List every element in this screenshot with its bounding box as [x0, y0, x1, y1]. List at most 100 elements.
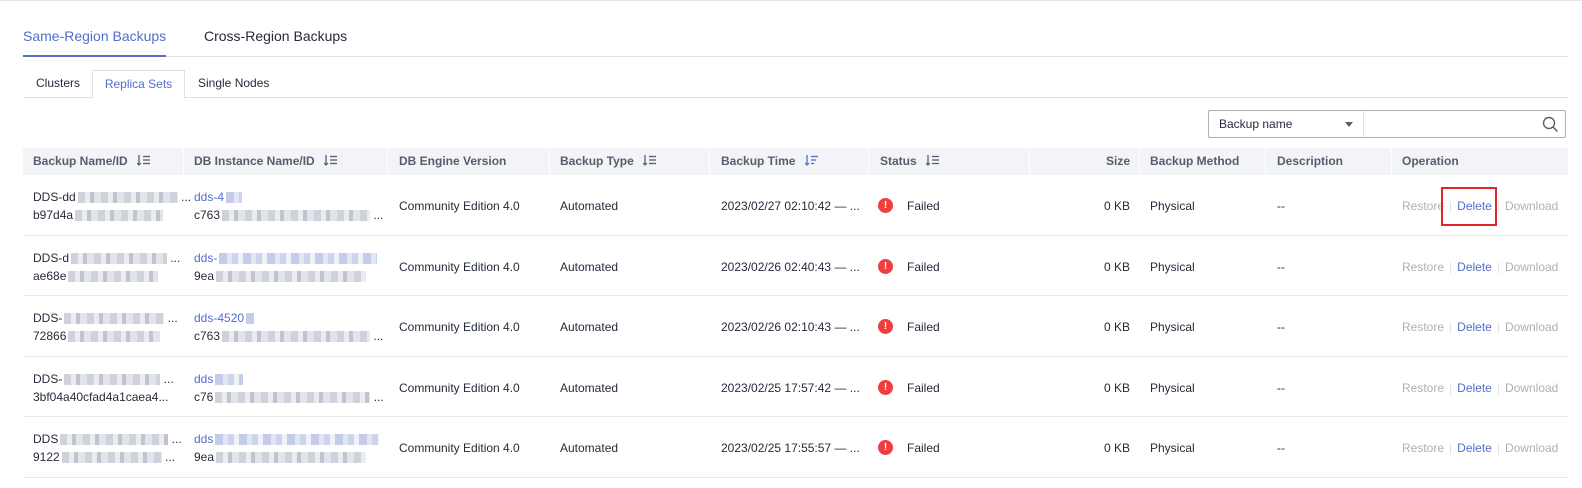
redacted-text [216, 452, 367, 464]
description: -- [1277, 259, 1285, 274]
description: -- [1277, 199, 1285, 213]
download-button[interactable]: Download [1505, 441, 1558, 455]
backup-method: Physical [1150, 380, 1195, 395]
backup-id: 72866 [33, 329, 67, 343]
column-header-db-instance[interactable]: DB Instance Name/ID [194, 148, 338, 175]
link-separator: | [1496, 320, 1500, 334]
column-header-backup-time[interactable]: Backup Time [721, 148, 819, 175]
download-button[interactable]: Download [1505, 320, 1558, 334]
download-button[interactable]: Download [1505, 381, 1558, 395]
tab-clusters[interactable]: Clusters [36, 70, 80, 98]
link-separator: | [1449, 320, 1453, 334]
search-field-select-label: Backup name [1219, 117, 1293, 131]
tab-single-nodes[interactable]: Single Nodes [198, 70, 269, 98]
backup-time: 2023/02/26 02:40:43 — ... [721, 259, 860, 274]
restore-button[interactable]: Restore [1402, 199, 1444, 213]
table-row: DDS- ... 72866 dds-4520 c763 ... Communi… [23, 296, 1568, 357]
sort-icon[interactable] [137, 155, 151, 167]
sort-icon[interactable] [324, 155, 338, 167]
column-divider [709, 148, 710, 175]
delete-button[interactable]: Delete [1457, 260, 1492, 274]
delete-button[interactable]: Delete [1457, 320, 1492, 334]
column-header-engine-version: DB Engine Version [399, 154, 507, 168]
operation-links: Restore | Delete | Download [1402, 320, 1558, 334]
backup-region-tabs: Same-Region Backups Cross-Region Backups [23, 0, 1568, 57]
search-button[interactable] [1535, 111, 1565, 137]
link-separator: | [1449, 199, 1453, 213]
operation-links: Restore | Delete | Download [1402, 441, 1558, 455]
operation-links: Restore | Delete | Download [1402, 260, 1558, 274]
download-button[interactable]: Download [1505, 199, 1558, 213]
backup-type: Automated [560, 441, 619, 455]
db-instance-link[interactable]: dds [194, 372, 213, 386]
sort-icon[interactable] [643, 155, 657, 167]
instance-type-tabs: Clusters Replica Sets Single Nodes [23, 70, 1568, 99]
redacted-text [226, 192, 243, 204]
engine-version: Community Edition 4.0 [399, 380, 520, 395]
table-row: DDS-dd ... b97d4a dds-4 c763 ... Communi… [23, 175, 1568, 236]
backup-name: DDS- [33, 371, 63, 386]
db-instance-link[interactable]: dds- [194, 251, 217, 265]
search-field-select[interactable]: Backup name [1209, 111, 1365, 137]
download-button[interactable]: Download [1505, 260, 1558, 274]
status-text: Failed [907, 380, 940, 395]
engine-version: Community Edition 4.0 [399, 259, 520, 274]
redacted-text [64, 313, 165, 325]
redacted-text [219, 252, 378, 264]
delete-button[interactable]: Delete [1457, 441, 1492, 455]
column-divider [183, 148, 184, 175]
restore-button[interactable]: Restore [1402, 260, 1444, 274]
db-instance-id: c76 [194, 389, 214, 404]
caret-down-icon [1345, 122, 1354, 127]
redacted-text [64, 373, 161, 385]
backup-id: 9122 [33, 450, 60, 464]
delete-button[interactable]: Delete [1457, 381, 1492, 395]
db-instance-id: c763 [194, 208, 221, 222]
redacted-text [61, 452, 162, 464]
column-divider [1391, 148, 1392, 175]
db-instance-link[interactable]: dds [194, 432, 213, 446]
backup-method: Physical [1150, 441, 1195, 455]
backup-type: Automated [560, 380, 619, 395]
backup-size: 0 KB [1103, 199, 1130, 213]
column-header-description: Description [1277, 154, 1344, 168]
column-divider [868, 148, 869, 175]
search-bar: Backup name [1208, 110, 1566, 138]
search-icon [1543, 116, 1559, 132]
restore-button[interactable]: Restore [1402, 441, 1444, 455]
error-icon: ! [878, 198, 893, 213]
backup-name: DDS- [33, 311, 63, 325]
backup-time: 2023/02/27 02:10:42 — ... [721, 199, 860, 213]
filter-icon[interactable] [926, 155, 940, 167]
tab-cross-region-backups[interactable]: Cross-Region Backups [204, 28, 347, 57]
redacted-text [68, 331, 161, 343]
engine-version: Community Edition 4.0 [399, 441, 520, 455]
error-icon: ! [878, 319, 893, 334]
error-icon: ! [878, 258, 893, 274]
link-separator: | [1496, 380, 1500, 395]
tab-same-region-backups[interactable]: Same-Region Backups [23, 28, 167, 57]
operation-links: Restore | Delete | Download [1402, 199, 1558, 213]
sort-descending-icon[interactable] [804, 155, 819, 167]
link-separator: | [1449, 441, 1453, 455]
column-header-backup-type[interactable]: Backup Type [560, 148, 657, 175]
search-input[interactable] [1364, 111, 1536, 137]
backup-time: 2023/02/25 17:55:57 — ... [721, 441, 860, 455]
description: -- [1277, 320, 1285, 334]
column-header-backup-name[interactable]: Backup Name/ID [33, 148, 151, 175]
link-separator: | [1496, 199, 1500, 213]
delete-button[interactable]: Delete [1457, 199, 1492, 213]
db-instance-link[interactable]: dds-4 [194, 190, 224, 204]
status-text: Failed [907, 320, 940, 334]
column-header-status[interactable]: Status [880, 148, 940, 175]
column-header-operation: Operation [1402, 154, 1459, 168]
redacted-text [75, 210, 164, 222]
redacted-text [246, 313, 255, 325]
restore-button[interactable]: Restore [1402, 320, 1444, 334]
db-instance-link[interactable]: dds-4520 [194, 311, 244, 325]
restore-button[interactable]: Restore [1402, 381, 1444, 395]
tab-replica-sets[interactable]: Replica Sets [92, 70, 185, 99]
table-header: Backup Name/ID DB Instance Name/ID DB En… [23, 148, 1568, 175]
error-icon: ! [878, 440, 893, 455]
backup-method: Physical [1150, 320, 1195, 334]
